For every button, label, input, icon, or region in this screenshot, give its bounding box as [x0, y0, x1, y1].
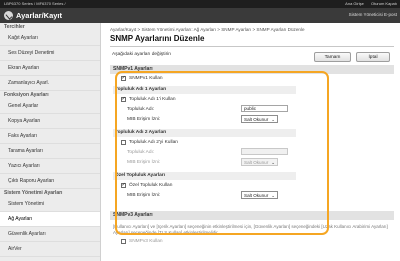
- community1-name-label: Topluluk Adı:: [127, 107, 155, 112]
- community2-name-label: Topluluk Adı:: [127, 150, 155, 155]
- community2-use-checkbox[interactable]: [121, 140, 126, 145]
- sidebar-item-fax-settings[interactable]: Faks Ayarları: [0, 129, 100, 144]
- snmpv3-use-checkbox[interactable]: [121, 239, 126, 244]
- chevron-down-icon: ⌄: [271, 160, 275, 165]
- community1-name-input[interactable]: public: [241, 105, 288, 112]
- community2-use-label: Topluluk Adı 2'yi Kullan: [129, 140, 178, 145]
- sidebar-item-general-settings[interactable]: Genel Ayarlar: [0, 99, 100, 114]
- sidebar-item-display-settings[interactable]: Ekran Ayarları: [0, 61, 100, 76]
- cancel-button[interactable]: İptal: [356, 52, 390, 62]
- logout-link[interactable]: Oturum Kapatı: [371, 1, 397, 6]
- sidebar-item-scan-settings[interactable]: Tarama Ayarları: [0, 144, 100, 159]
- community1-header: Topluluk Adı 1 Ayarları: [113, 86, 296, 94]
- community1-use-checkbox[interactable]: [121, 97, 126, 102]
- community1-mib-select[interactable]: Salt Okunur ⌄: [241, 115, 278, 123]
- dedicated-community-checkbox[interactable]: [121, 183, 126, 188]
- settings-logo-icon: [4, 11, 13, 20]
- chevron-down-icon: ⌄: [271, 193, 275, 198]
- sidebar-item-timer-settings[interactable]: Zamanlayıcı Ayarl.: [0, 76, 100, 91]
- snmpv3-use-label: SNMPv3 Kullan: [129, 239, 163, 244]
- sidebar-item-system-management[interactable]: Sistem Yönetimi: [0, 197, 100, 212]
- sidebar-section-preferences: Tercihler: [0, 23, 100, 31]
- snmpv1-use-checkbox[interactable]: [121, 76, 126, 81]
- portal-link[interactable]: Ana Girişe: [345, 1, 364, 6]
- sidebar-item-copy-settings[interactable]: Kopya Ayarları: [0, 114, 100, 129]
- device-name: LBP6370 Series / MF6370 Series /: [4, 1, 66, 6]
- app-header: Ayarlar/Kayıt Sistem Yöneticisi E-post: [0, 8, 400, 23]
- sidebar-item-volume-control[interactable]: Ses Düzeyi Denetimi: [0, 46, 100, 61]
- sidebar-item-paper-settings[interactable]: Kağıt Ayarları: [0, 31, 100, 46]
- sidebar-item-output-report-settings[interactable]: Çıktı Raporu Ayarları: [0, 174, 100, 189]
- page-title: SNMP Ayarlarını Düzenle: [110, 34, 205, 43]
- sidebar-item-airver[interactable]: AirVer: [0, 242, 100, 257]
- ok-button[interactable]: Tamam: [314, 52, 351, 62]
- top-status-bar: LBP6370 Series / MF6370 Series / Ana Gir…: [0, 0, 400, 8]
- chevron-down-icon: ⌄: [271, 117, 275, 122]
- community1-use-label: Topluluk Adı 1'i Kullan: [129, 97, 176, 102]
- dedicated-mib-select[interactable]: Salt Okunur ⌄: [241, 191, 278, 199]
- sidebar-item-security-settings[interactable]: Güvenlik Ayarları: [0, 227, 100, 242]
- app-title: Ayarlar/Kayıt: [16, 11, 62, 20]
- main-content: Ayarlar/Kayıt > Sistem Yönetimi Ayarları…: [101, 23, 400, 261]
- community1-mib-label: MIB Erişim İzni:: [127, 117, 161, 122]
- snmpv1-section-header: SNMPv1 Ayarları: [110, 65, 394, 74]
- breadcrumb: Ayarlar/Kayıt > Sistem Yönetimi Ayarları…: [110, 27, 305, 32]
- dedicated-community-header: Özel Topluluk Ayarları: [113, 172, 296, 180]
- snmpv3-description-line1: [Kullanıcı Ayarları] ve [Içerik Ayarları…: [113, 224, 388, 229]
- instruction-text: Aşağıdaki ayarları değiştirin: [112, 52, 171, 57]
- community2-header: Topluluk Adı 2 Ayarları: [113, 129, 296, 137]
- user-role: Sistem Yöneticisi E-post: [348, 12, 397, 17]
- snmpv3-description-line2: Ayarları] seçeneğinde [TLS Kullan] etkin…: [113, 230, 219, 235]
- sidebar-item-printer-settings[interactable]: Yazıcı Ayarları: [0, 159, 100, 174]
- sidebar-section-function-settings: Fonksiyon Ayarları: [0, 91, 100, 99]
- community2-mib-label: MIB Erişim İzni:: [127, 160, 161, 165]
- sidebar-item-network-settings[interactable]: Ağ Ayarları: [0, 212, 100, 227]
- snmpv3-section-header: SNMPv3 Ayarları: [110, 211, 394, 220]
- snmpv1-use-label: SNMPv1 Kullan: [129, 76, 163, 81]
- title-divider: [110, 46, 394, 47]
- dedicated-community-label: Özel Topluluk Kullan: [129, 183, 173, 188]
- community2-name-input[interactable]: [241, 148, 288, 155]
- sidebar-section-system-management: Sistem Yönetimi Ayarları: [0, 189, 100, 197]
- sidebar: Tercihler Kağıt Ayarları Ses Düzeyi Dene…: [0, 23, 101, 261]
- community2-mib-select[interactable]: Salt Okunur ⌄: [241, 158, 278, 166]
- dedicated-mib-label: MIB Erişim İzni:: [127, 193, 161, 198]
